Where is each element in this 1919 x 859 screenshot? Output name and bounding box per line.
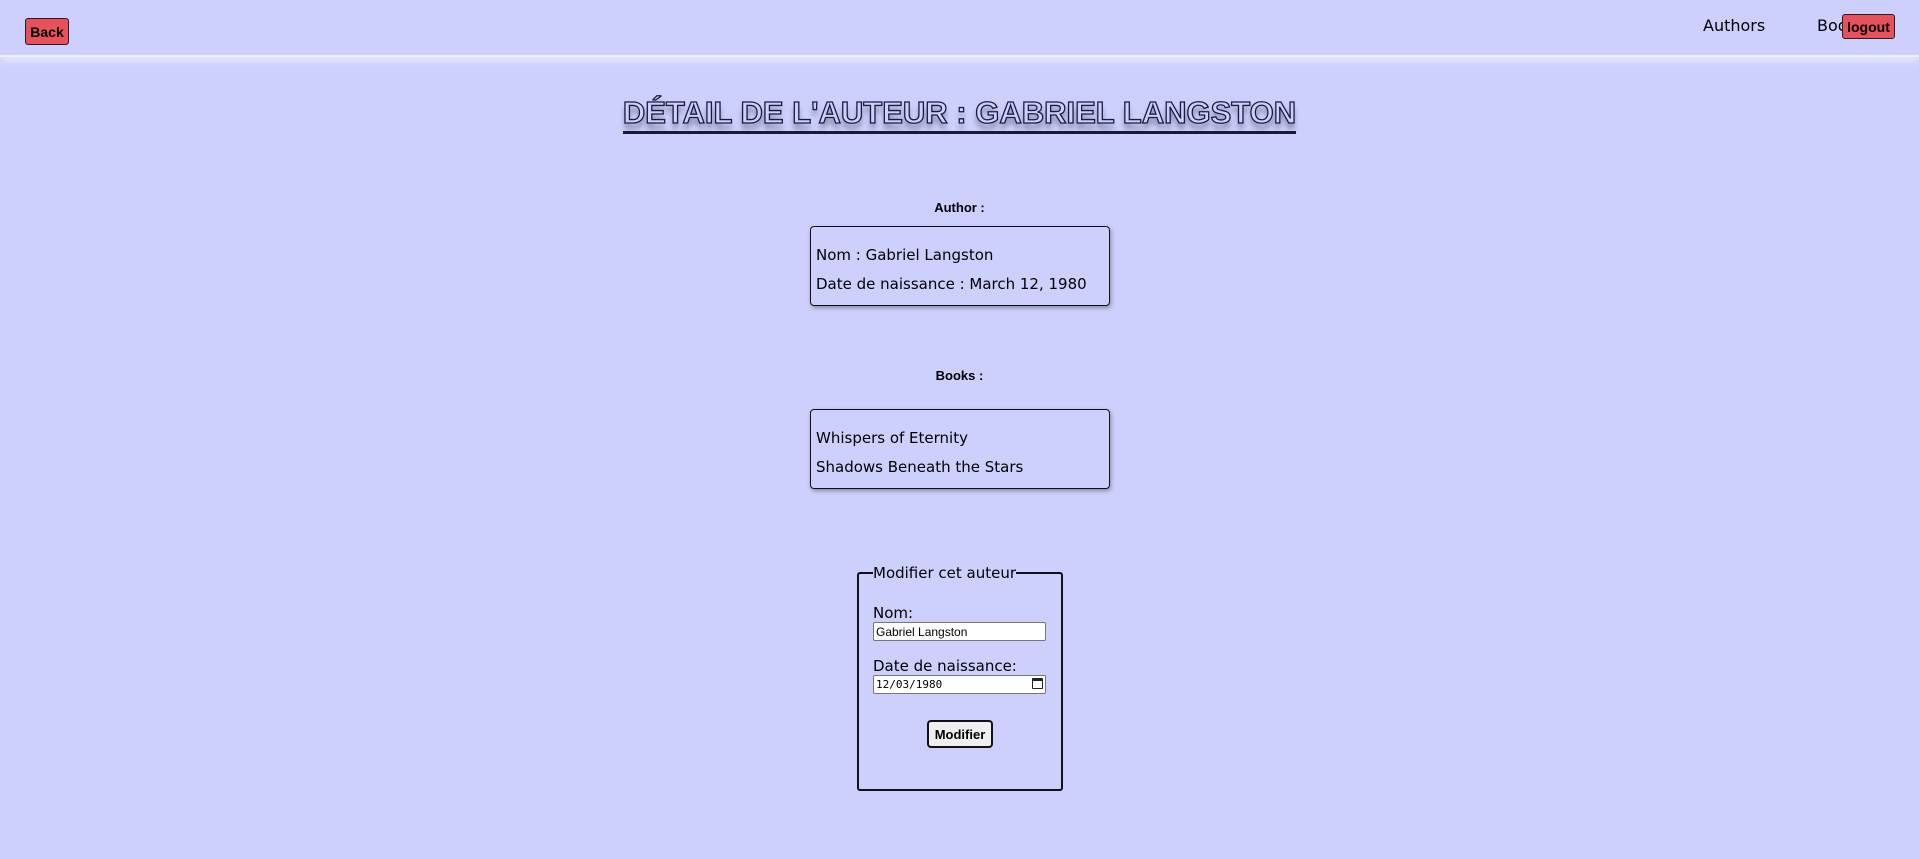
edit-form-legend: Modifier cet auteur [873, 564, 1017, 582]
book-item: Whispers of Eternity [816, 429, 968, 447]
books-section-label: Books : [935, 368, 984, 383]
nav-link-authors[interactable]: Authors [1703, 16, 1765, 35]
author-name-line: Nom : Gabriel Langston [816, 246, 994, 264]
top-navigation-bar: Back Authors Book logout [0, 0, 1919, 57]
books-list-box: Whispers of Eternity Shadows Beneath the… [810, 409, 1110, 489]
edit-author-form: Modifier cet auteur Nom: Date de naissan… [857, 564, 1063, 791]
calendar-icon[interactable] [1032, 678, 1043, 689]
back-button[interactable]: Back [25, 18, 69, 45]
book-item: Shadows Beneath the Stars [816, 458, 1024, 476]
page-title-text: DÉTAIL DE L'AUTEUR : GABRIEL LANGSTON [622, 94, 1297, 134]
name-input[interactable] [873, 622, 1046, 641]
author-birthdate-line: Date de naissance : March 12, 1980 [816, 275, 1087, 293]
birthdate-input[interactable] [873, 675, 1046, 694]
name-field-label: Nom: [873, 604, 914, 622]
modify-button[interactable]: Modifier [927, 720, 993, 748]
logout-button[interactable]: logout [1842, 14, 1895, 39]
birthdate-input-wrapper [873, 675, 1046, 694]
author-section-label: Author : [934, 200, 985, 215]
page-title: DÉTAIL DE L'AUTEUR : GABRIEL LANGSTON [0, 94, 1919, 134]
birthdate-field-label: Date de naissance: [873, 657, 1017, 675]
author-info-box: Nom : Gabriel Langston Date de naissance… [810, 226, 1110, 306]
